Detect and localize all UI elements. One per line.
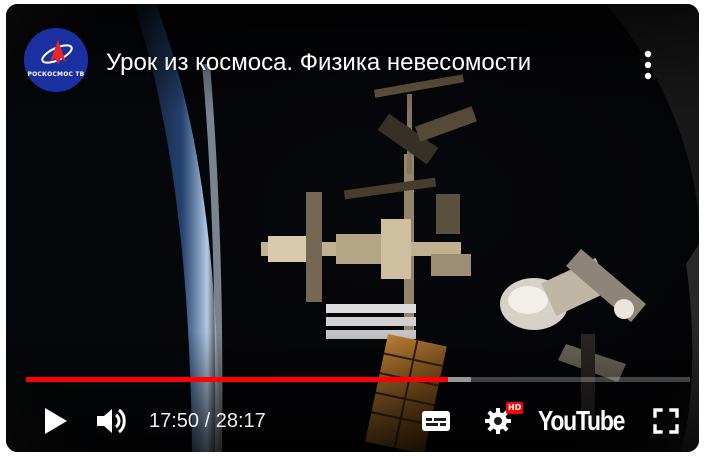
hd-badge: HD [506, 402, 524, 414]
fullscreen-icon [653, 408, 679, 434]
channel-avatar[interactable]: РОСКОСМОС ТВ [24, 28, 88, 92]
video-title[interactable]: Урок из космоса. Физика невесомости [106, 48, 616, 78]
volume-button[interactable] [92, 396, 132, 446]
subtitles-icon [422, 411, 450, 431]
roscosmos-logo-icon [24, 28, 88, 92]
control-bar: 17:50 / 28:17 HD YouTube [6, 396, 699, 446]
video-player[interactable]: РОСКОСМОС ТВ Урок из космоса. Физика нев… [6, 4, 699, 452]
progress-bar[interactable] [26, 377, 690, 382]
more-options-button[interactable] [636, 48, 660, 82]
progress-played [26, 377, 449, 382]
channel-avatar-label: РОСКОСМОС ТВ [27, 71, 85, 78]
fullscreen-button[interactable] [646, 396, 686, 446]
play-icon [45, 408, 67, 434]
more-vertical-icon [644, 50, 652, 80]
time-display: 17:50 / 28:17 [149, 410, 266, 432]
subtitles-button[interactable] [416, 396, 456, 446]
volume-icon [97, 408, 126, 434]
youtube-logo[interactable]: YouTube [538, 404, 625, 438]
play-button[interactable] [36, 396, 76, 446]
